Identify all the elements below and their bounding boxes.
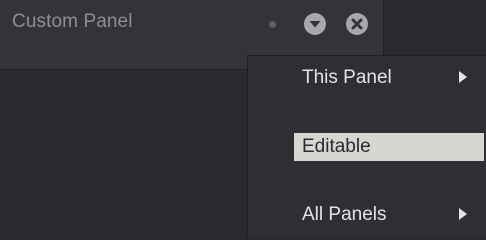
modified-indicator-icon [269,21,276,28]
menu-item-editable[interactable]: Editable [294,133,484,161]
panel-menu-button[interactable] [304,13,326,35]
menu-item-label: All Panels [302,204,387,225]
menu-item-all-panels[interactable]: All Panels [294,202,484,228]
close-icon [351,18,363,30]
menu-item-this-panel[interactable]: This Panel [294,65,484,91]
submenu-arrow-icon [459,71,467,83]
submenu-arrow-icon [459,208,467,220]
panel-title: Custom Panel [12,11,133,32]
app-root: Custom Panel This Panel Editable All Pan… [0,0,486,237]
panel-close-button[interactable] [346,13,368,35]
chevron-down-icon [309,21,321,28]
menu-item-label: This Panel [302,67,392,88]
panel-context-menu: This Panel Editable All Panels [247,55,486,237]
menu-item-label: Editable [302,136,371,157]
